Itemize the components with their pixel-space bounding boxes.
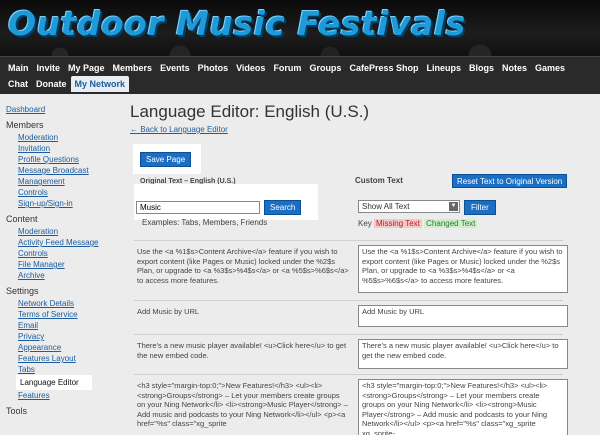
sidebar-item-content-archive[interactable]: Archive — [6, 270, 105, 281]
custom-text-field[interactable]: Use the <a %1$s>Content Archive</a> feat… — [358, 245, 568, 293]
sidebar-item-content-file-manager[interactable]: File Manager — [6, 259, 105, 270]
text-key: Key Missing Text Changed Text — [358, 219, 478, 228]
nav-item-donate[interactable]: Donate — [32, 76, 71, 92]
key-missing-text: Missing Text — [374, 219, 422, 228]
nav-item-events[interactable]: Events — [156, 60, 194, 76]
filter-button[interactable]: Filter — [464, 200, 496, 215]
sidebar-item-members-message-broadcast[interactable]: Message Broadcast — [6, 165, 105, 176]
nav-item-videos[interactable]: Videos — [232, 60, 269, 76]
save-page-button[interactable]: Save Page — [140, 152, 192, 167]
filter-select-value: Show All Text — [362, 202, 410, 211]
filter-select[interactable]: Show All Text ▼ — [358, 200, 460, 213]
back-to-language-editor-link[interactable]: ← Back to Language Editor — [130, 125, 228, 134]
original-text: Add Music by URL — [137, 307, 200, 316]
sidebar-item-members-profile-questions[interactable]: Profile Questions — [6, 154, 105, 165]
text-row: Use the <a %1$s>Content Archive</a> feat… — [134, 240, 568, 300]
search-input[interactable] — [136, 201, 260, 214]
nav-item-my-page[interactable]: My Page — [64, 60, 109, 76]
text-row: <h3 style="margin-top:0;">New Features!<… — [134, 374, 568, 435]
nav-item-my-network[interactable]: My Network — [70, 76, 130, 92]
search-button[interactable]: Search — [264, 200, 302, 215]
key-label: Key — [358, 219, 372, 228]
reset-text-button[interactable]: Reset Text to Original Version — [452, 174, 568, 188]
nav-item-forum[interactable]: Forum — [269, 60, 305, 76]
original-text: <h3 style="margin-top:0;">New Features!<… — [137, 381, 348, 428]
nav-item-chat[interactable]: Chat — [4, 76, 32, 92]
custom-text-field[interactable]: Add Music by URL — [358, 305, 568, 327]
sidebar-item-content-controls[interactable]: Controls — [6, 248, 105, 259]
nav-item-photos[interactable]: Photos — [194, 60, 233, 76]
sidebar-heading-settings: Settings — [6, 286, 39, 296]
site-banner: Outdoor Music Festivals — [0, 0, 600, 56]
nav-item-invite[interactable]: Invite — [33, 60, 65, 76]
sidebar-item-members-management[interactable]: Management — [6, 176, 105, 187]
sidebar-heading-members: Members — [6, 120, 44, 130]
save-highlight: Save Page — [133, 144, 201, 174]
sidebar-item-members-controls[interactable]: Controls — [6, 187, 105, 198]
sidebar-item-settings-terms-of-service[interactable]: Terms of Service — [6, 309, 105, 320]
nav-item-main[interactable]: Main — [4, 60, 33, 76]
chevron-down-icon[interactable]: ▼ — [449, 202, 458, 211]
search-examples: Examples: Tabs, Members, Friends — [142, 218, 268, 227]
nav-item-blogs[interactable]: Blogs — [465, 60, 498, 76]
main-nav: Main Invite My Page Members Events Photos Vide… — [0, 56, 600, 94]
sidebar-item-members-sign-up-sign-in[interactable]: Sign-up/Sign-in — [6, 198, 105, 209]
sidebar-item-content-activity-feed-message[interactable]: Activity Feed Message — [6, 237, 105, 248]
sidebar-item-settings-appearance[interactable]: Appearance — [6, 342, 105, 353]
custom-text-field[interactable]: There's a new music player available! <u… — [358, 339, 568, 369]
nav-item-members[interactable]: Members — [109, 60, 157, 76]
sidebar-item-settings-email[interactable]: Email — [6, 320, 105, 331]
nav-item-games[interactable]: Games — [531, 60, 569, 76]
site-title[interactable]: Outdoor Music Festivals — [8, 4, 466, 43]
sidebar-item-features[interactable]: Features — [6, 390, 105, 401]
sidebar-item-settings-network-details[interactable]: Network Details — [6, 298, 105, 309]
nav-item-notes[interactable]: Notes — [498, 60, 531, 76]
sidebar-item-settings-tabs[interactable]: Tabs — [6, 364, 105, 375]
original-text: There's a new music player available! <u… — [137, 341, 347, 360]
key-changed-text: Changed Text — [424, 219, 478, 228]
admin-sidebar: Dashboard Members Moderation Invitation Pr… — [0, 94, 105, 435]
nav-item-groups[interactable]: Groups — [305, 60, 345, 76]
sidebar-item-language-editor[interactable]: Language Editor — [16, 375, 92, 390]
text-row: Add Music by URL Add Music by URL — [134, 300, 568, 334]
custom-text-field[interactable]: <h3 style="margin-top:0;">New Features!<… — [358, 379, 568, 435]
sidebar-item-settings-features-layout[interactable]: Features Layout — [6, 353, 105, 364]
nav-item-lineups[interactable]: Lineups — [422, 60, 465, 76]
sidebar-item-members-invitation[interactable]: Invitation — [6, 143, 105, 154]
sidebar-heading-tools: Tools — [6, 406, 28, 416]
sidebar-heading-content: Content — [6, 214, 38, 224]
text-row: There's a new music player available! <u… — [134, 334, 568, 374]
page-title: Language Editor: English (U.S.) — [130, 102, 370, 121]
sidebar-item-members-moderation[interactable]: Moderation — [6, 132, 105, 143]
original-text: Use the <a %1$s>Content Archive</a> feat… — [137, 247, 349, 285]
nav-item-cafepress-shop[interactable]: CafePress Shop — [345, 60, 422, 76]
sidebar-item-settings-privacy[interactable]: Privacy — [6, 331, 105, 342]
language-editor-panel: Language Editor: English (U.S.) ← Back t… — [130, 94, 600, 435]
content-frame: Dashboard Members Moderation Invitation Pr… — [0, 94, 600, 435]
sidebar-item-content-moderation[interactable]: Moderation — [6, 226, 105, 237]
custom-text-heading: Custom Text — [355, 176, 403, 185]
sidebar-item-dashboard[interactable]: Dashboard — [6, 104, 105, 115]
